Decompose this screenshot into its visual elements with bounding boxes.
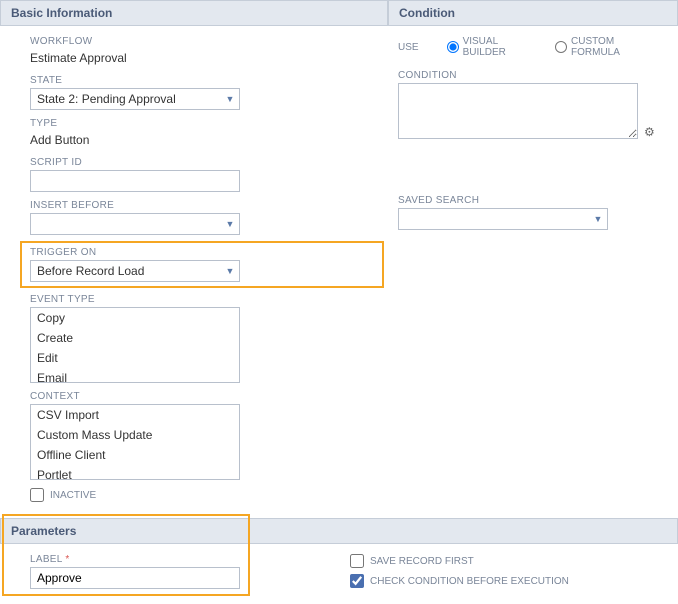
custom-formula-radio[interactable] (555, 41, 567, 53)
label-field-label: LABEL (30, 554, 310, 565)
list-item[interactable]: Copy (31, 308, 239, 328)
context-listbox[interactable]: CSV Import Custom Mass Update Offline Cl… (30, 404, 240, 480)
check-condition-checkbox[interactable] (350, 574, 364, 588)
trigger-on-dropdown[interactable]: Before Record Load ▼ (30, 260, 240, 282)
use-label: USE (398, 42, 419, 53)
saved-search-label: SAVED SEARCH (398, 195, 658, 206)
chevron-down-icon: ▼ (221, 94, 239, 104)
condition-label: CONDITION (398, 70, 658, 81)
chevron-down-icon: ▼ (589, 214, 607, 224)
type-label: TYPE (30, 118, 358, 129)
trigger-on-value: Before Record Load (31, 264, 221, 278)
insert-before-label: INSERT BEFORE (30, 200, 358, 211)
event-type-label: EVENT TYPE (30, 294, 358, 305)
condition-textarea[interactable] (398, 83, 638, 139)
label-field-input[interactable] (30, 567, 240, 589)
gear-icon[interactable]: ⚙ (644, 125, 655, 139)
inactive-checkbox[interactable] (30, 488, 44, 502)
type-value: Add Button (30, 131, 358, 149)
chevron-down-icon: ▼ (221, 219, 239, 229)
event-type-listbox[interactable]: Copy Create Edit Email (30, 307, 240, 383)
list-item[interactable]: Portlet (31, 465, 239, 480)
save-record-first-label: SAVE RECORD FIRST (370, 556, 474, 567)
state-value: State 2: Pending Approval (31, 92, 221, 106)
trigger-on-label: TRIGGER ON (30, 247, 352, 258)
inactive-label: INACTIVE (50, 490, 96, 501)
script-id-input[interactable] (30, 170, 240, 192)
visual-builder-radio[interactable] (447, 41, 459, 53)
workflow-value: Estimate Approval (30, 49, 358, 67)
visual-builder-label: VISUAL BUILDER (463, 36, 537, 58)
list-item[interactable]: Email (31, 368, 239, 383)
workflow-label: WORKFLOW (30, 36, 358, 47)
saved-search-dropdown[interactable]: ▼ (398, 208, 608, 230)
custom-formula-label: CUSTOM FORMULA (571, 36, 658, 58)
parameters-header: Parameters (0, 518, 678, 544)
condition-header: Condition (388, 0, 678, 26)
list-item[interactable]: Offline Client (31, 445, 239, 465)
chevron-down-icon: ▼ (221, 266, 239, 276)
state-dropdown[interactable]: State 2: Pending Approval ▼ (30, 88, 240, 110)
list-item[interactable]: CSV Import (31, 405, 239, 425)
list-item[interactable]: Create (31, 328, 239, 348)
check-condition-label: CHECK CONDITION BEFORE EXECUTION (370, 576, 569, 587)
insert-before-dropdown[interactable]: ▼ (30, 213, 240, 235)
basic-info-header: Basic Information (0, 0, 388, 26)
context-label: CONTEXT (30, 391, 358, 402)
list-item[interactable]: Edit (31, 348, 239, 368)
state-label: STATE (30, 75, 358, 86)
list-item[interactable]: Custom Mass Update (31, 425, 239, 445)
script-id-label: SCRIPT ID (30, 157, 358, 168)
